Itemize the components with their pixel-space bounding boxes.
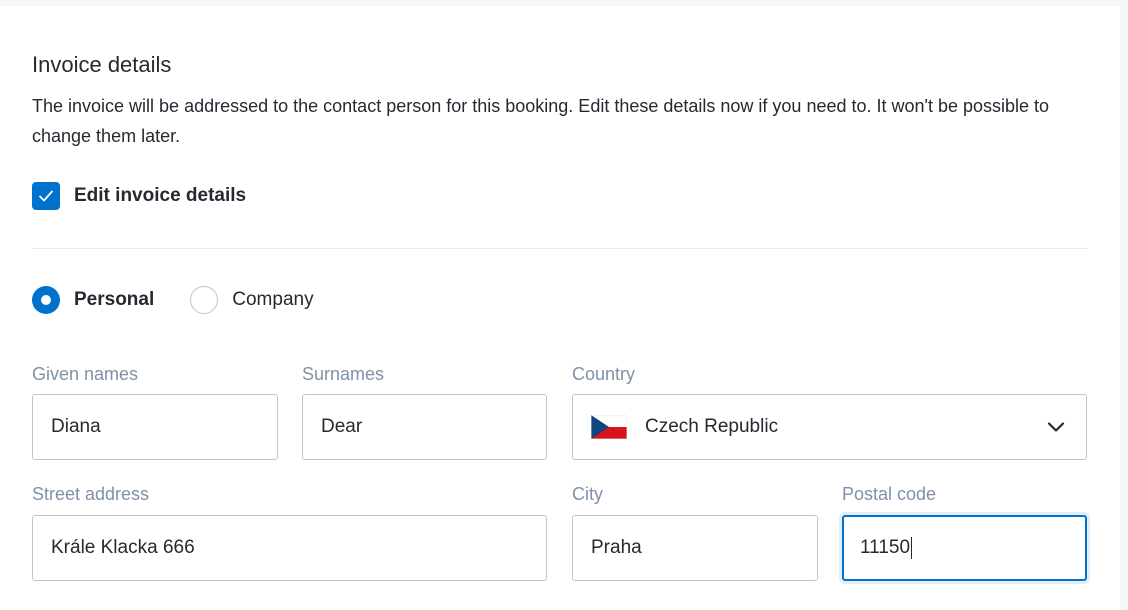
divider <box>32 248 1088 249</box>
radio-option-company[interactable]: Company <box>190 286 314 314</box>
postal-code-input[interactable]: 11150 <box>842 515 1087 581</box>
country-label: Country <box>572 364 636 384</box>
street-address-label: Street address <box>32 484 150 504</box>
city-value: Praha <box>591 537 642 558</box>
street-address-value: Krále Klacka 666 <box>51 537 195 558</box>
section-description: The invoice will be addressed to the con… <box>32 96 1050 146</box>
city-input[interactable]: Praha <box>572 515 818 581</box>
radio-option-personal[interactable]: Personal <box>32 286 154 314</box>
radio-company[interactable] <box>190 286 219 314</box>
invoice-details-card: Invoice details The invoice will be addr… <box>0 6 1120 610</box>
text-caret <box>911 537 913 559</box>
country-select[interactable]: Czech Republic <box>572 394 1087 460</box>
city-label: City <box>572 484 603 504</box>
given-names-label: Given names <box>32 364 139 384</box>
postal-code-value: 11150 <box>860 537 911 558</box>
section-title: Invoice details <box>32 52 172 77</box>
country-value: Czech Republic <box>645 416 779 437</box>
edit-invoice-details-checkbox-row[interactable]: Edit invoice details <box>32 181 246 211</box>
radio-personal[interactable] <box>32 286 60 314</box>
given-names-input[interactable]: Diana <box>32 394 278 460</box>
edit-invoice-details-label: Edit invoice details <box>74 185 247 206</box>
radio-personal-label: Personal <box>74 289 155 310</box>
surnames-label: Surnames <box>302 364 385 384</box>
checkmark-icon <box>39 190 53 202</box>
surnames-value: Dear <box>321 416 363 437</box>
radio-company-label: Company <box>232 289 314 310</box>
chevron-down-icon <box>1047 422 1065 432</box>
czech-flag-icon <box>591 415 627 439</box>
invoice-type-radio-group: Personal Company <box>32 285 350 315</box>
street-address-input[interactable]: Krále Klacka 666 <box>32 515 547 581</box>
given-names-value: Diana <box>51 416 101 437</box>
edit-invoice-details-checkbox[interactable] <box>32 182 60 210</box>
postal-code-label: Postal code <box>842 484 937 504</box>
surnames-input[interactable]: Dear <box>302 394 547 460</box>
